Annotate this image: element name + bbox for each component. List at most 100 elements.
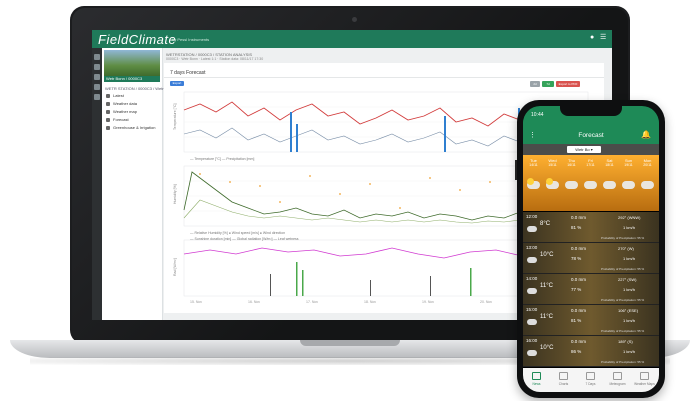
sidebar-item-latest[interactable]: Latest [106, 92, 160, 99]
map-icon [106, 109, 110, 114]
cloud-icon [565, 181, 578, 189]
camera-icon [352, 17, 357, 22]
station-meta: 0000C3 · Wetr Bonn · Latest 1:1 · Statio… [166, 57, 264, 61]
wind-direction: 292° (WNW) [618, 215, 641, 220]
humidity-value: 86 % [571, 349, 582, 354]
chart3-legend: — Sunshine duration [min] — Global radia… [190, 237, 299, 241]
wind-speed: 1 km/h [623, 225, 636, 230]
sidebar-rail [92, 48, 102, 320]
laptop-notch [300, 340, 400, 346]
calendar-icon [586, 372, 595, 380]
cloud-icon [527, 350, 537, 356]
app-logo[interactable]: FieldClimate [98, 32, 176, 47]
irrigation-icon [106, 125, 110, 130]
station-image [104, 50, 160, 76]
cloud-icon [527, 288, 537, 294]
humidity-value: 78 % [571, 256, 582, 261]
cloud-icon [584, 181, 597, 189]
hourly-forecast-list: 12:00 8°C 0.0 mm 81 % 292° (WNW) 1 km/h Pr… [523, 212, 659, 368]
cloud-icon [641, 181, 654, 189]
sidebar-item-weather-map[interactable]: Weather map [106, 108, 160, 115]
meteogram-icon [613, 372, 622, 380]
nav-news[interactable]: News [523, 372, 550, 386]
x-tick: 17. Nov [306, 300, 318, 304]
rain-value: 0.0 mm [571, 246, 587, 251]
map-icon [640, 372, 649, 380]
cloud-icon [622, 181, 635, 189]
rail-map-icon[interactable] [94, 84, 100, 90]
day-tile[interactable]: Tue 14/11 [524, 155, 543, 211]
menu-icon[interactable]: ☰ [600, 34, 606, 41]
sidebar-item-weather-data[interactable]: Weather data [106, 100, 160, 107]
bell-icon[interactable]: 🔔 [641, 130, 651, 139]
precip-probability: Probability of Precipitation: 55 % [601, 236, 645, 240]
phone-side-button [515, 160, 517, 180]
chart1-y-label: Temperature [°C] [173, 103, 177, 130]
forecast-icon [106, 117, 110, 122]
chart2-legend: — Relative Humidity [%] ● Wind speed [m/… [190, 231, 285, 235]
rail-settings-icon[interactable] [94, 94, 100, 100]
wind-direction: 227° (SW) [618, 277, 637, 282]
wind-direction: 270° (W) [618, 246, 634, 251]
day-tile[interactable]: Sat 18/11 [600, 155, 619, 211]
page-title: 7 days Forecast [170, 70, 206, 76]
sun-icon [527, 178, 534, 185]
rail-home-icon[interactable] [94, 54, 100, 60]
daily-forecast-strip: Tue 14/11 Wed 15/11 Thu 16/11 Fri 17/11 Sat 1… [523, 155, 659, 211]
hourly-row[interactable]: 13:00 10°C 0.0 mm 78 % 270° (W) 1 km/h Pro… [523, 243, 659, 274]
toggle-button[interactable]: 7d [542, 81, 554, 87]
rain-value: 0.0 mm [571, 339, 587, 344]
hourly-row[interactable]: 14:00 11°C 0.0 mm 77 % 227° (SW) 1 km/h Pr… [523, 274, 659, 305]
wind-speed: 1 km/h [623, 256, 636, 261]
day-tile[interactable]: Thu 16/11 [562, 155, 581, 211]
precip-probability: Probability of Precipitation: 55 % [601, 267, 645, 271]
hourly-row[interactable]: 12:00 8°C 0.0 mm 81 % 292° (WNW) 1 km/h Pr… [523, 212, 659, 243]
day-tile[interactable]: Sun 19/11 [619, 155, 638, 211]
cloud-icon [527, 319, 537, 325]
day-tile[interactable]: Mon 20/11 [638, 155, 657, 211]
station-name[interactable]: Wetr Bonn / 0000C3 [104, 76, 160, 82]
day-tile[interactable]: Wed 15/11 [543, 155, 562, 211]
chart3-y-label: Rad [W/m²] [173, 258, 177, 276]
sun-icon [546, 178, 553, 185]
wind-speed: 1 km/h [623, 349, 636, 354]
sidebar-item-forecast[interactable]: Forecast [106, 116, 160, 123]
range-button[interactable]: 2d [530, 81, 540, 87]
phone-title: Forecast [578, 132, 604, 139]
wind-direction: 189° (S) [618, 339, 633, 344]
x-tick: 20. Nov [480, 300, 492, 304]
divider [164, 77, 604, 78]
export-button[interactable]: Export [170, 81, 184, 86]
humidity-value: 81 % [571, 318, 582, 323]
phone-notch [560, 106, 622, 116]
wind-speed: 1 km/h [623, 287, 636, 292]
station-select[interactable]: Wetr Bo ▾ [567, 146, 601, 153]
x-tick: 18. Nov [364, 300, 376, 304]
sidebar-item-irrigation[interactable]: Greenhouse & Irrigation [106, 124, 160, 131]
precip-probability: Probability of Precipitation: 55 % [601, 329, 645, 333]
chart2-y-label: Humidity [%] [173, 184, 177, 204]
rail-chart-icon[interactable] [94, 74, 100, 80]
latest-icon [106, 93, 110, 98]
phone-bottom-nav: News Charts 7 Days Meteogram Weather Map… [523, 368, 659, 392]
chart1-legend: — Temperature [°C] — Precipitation [mm] [190, 157, 254, 161]
app-logo-subtitle: by Pessl Instruments [172, 37, 210, 42]
nav-7-days[interactable]: 7 Days [577, 372, 604, 386]
hourly-row[interactable]: 15:00 11°C 0.0 mm 81 % 106° (ESE) 1 km/h P… [523, 305, 659, 336]
cloud-icon [527, 226, 537, 232]
wind-speed: 1 km/h [623, 318, 636, 323]
day-tile[interactable]: Fri 17/11 [581, 155, 600, 211]
nav-charts[interactable]: Charts [550, 372, 577, 386]
nav-meteogram[interactable]: Meteogram [604, 372, 631, 386]
rail-station-icon[interactable] [94, 64, 100, 70]
hourly-row[interactable]: 16:00 10°C 0.0 mm 86 % 189° (S) 1 km/h Pro… [523, 336, 659, 367]
user-icon[interactable]: ● [590, 34, 596, 41]
nav-weather-maps[interactable]: Weather Maps [631, 372, 658, 386]
cloud-icon [527, 257, 537, 263]
rain-value: 0.0 mm [571, 215, 587, 220]
news-icon [532, 372, 541, 380]
humidity-value: 77 % [571, 287, 582, 292]
rain-value: 0.0 mm [571, 308, 587, 313]
x-axis-ticks: 15. Nov 16. Nov 17. Nov 18. Nov 19. Nov … [190, 300, 550, 304]
export-pdf-button[interactable]: Export to PDF [556, 81, 580, 87]
